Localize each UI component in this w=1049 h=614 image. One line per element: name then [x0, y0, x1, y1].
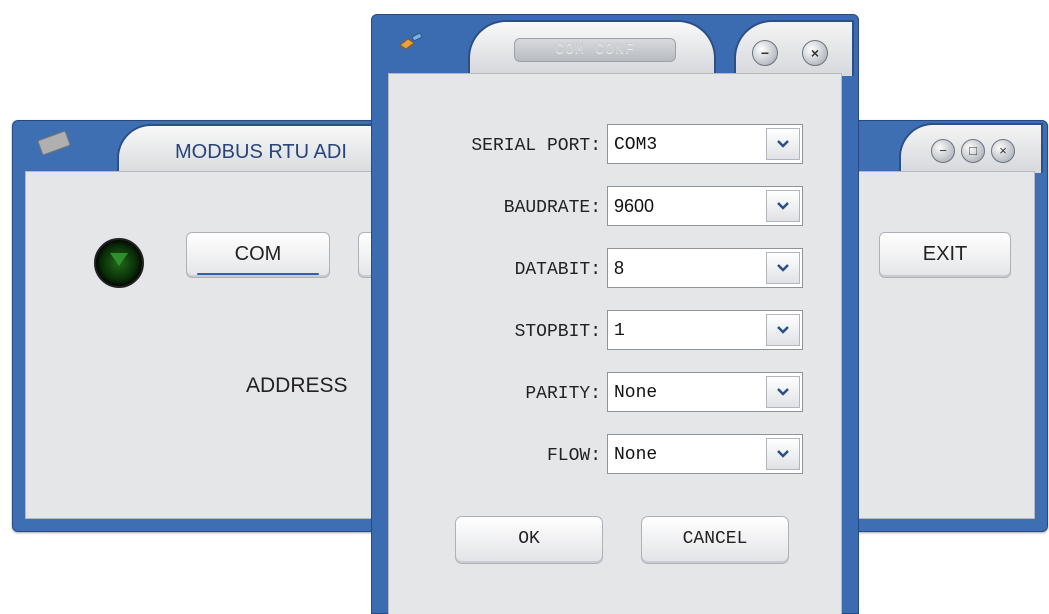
chevron-down-icon[interactable] — [766, 128, 800, 160]
ok-button[interactable]: OK — [455, 516, 603, 564]
close-icon[interactable]: × — [802, 40, 828, 66]
dialog-body: SERIAL PORT: COM3 BAUDRATE: 9600 DATABIT… — [388, 73, 842, 614]
minimize-icon[interactable]: − — [752, 40, 778, 66]
parity-select[interactable]: None — [607, 372, 803, 412]
com-button[interactable]: COM — [186, 232, 330, 278]
dialog-title: COM CONF — [514, 38, 676, 62]
baudrate-label: BAUDRATE: — [503, 198, 601, 218]
databit-row: DATABIT: 8 — [389, 248, 841, 292]
app-chip-icon — [37, 130, 71, 156]
cancel-button[interactable]: CANCEL — [641, 516, 789, 564]
maximize-icon[interactable]: □ — [961, 139, 985, 163]
serial-port-value: COM3 — [614, 135, 658, 155]
flow-select[interactable]: None — [607, 434, 803, 474]
exit-button[interactable]: EXIT — [879, 232, 1011, 278]
baudrate-row: BAUDRATE: 9600 — [389, 186, 841, 230]
minimize-icon[interactable]: − — [931, 139, 955, 163]
stopbit-row: STOPBIT: 1 — [389, 310, 841, 354]
chevron-down-icon[interactable] — [766, 438, 800, 470]
main-window-controls: − □ × — [899, 123, 1043, 173]
address-label: ADDRESS — [246, 374, 348, 397]
baudrate-select[interactable]: 9600 — [607, 186, 803, 226]
chevron-down-icon[interactable] — [766, 376, 800, 408]
parity-value: None — [614, 383, 658, 403]
main-window-title: MODBUS RTU ADI — [175, 141, 347, 163]
serial-port-label: SERIAL PORT: — [471, 136, 601, 156]
connection-status-led-icon — [94, 238, 144, 288]
port-plug-icon — [399, 32, 423, 50]
serial-port-select[interactable]: COM3 — [607, 124, 803, 164]
flow-label: FLOW: — [546, 446, 601, 466]
stopbit-value: 1 — [614, 321, 625, 341]
stopbit-label: STOPBIT: — [514, 322, 601, 342]
chevron-down-icon[interactable] — [766, 252, 800, 284]
databit-value: 8 — [614, 258, 625, 278]
dialog-controls: − × — [734, 20, 854, 76]
chevron-down-icon[interactable] — [766, 190, 800, 222]
serial-port-row: SERIAL PORT: COM3 — [389, 124, 841, 168]
databit-label: DATABIT: — [514, 260, 601, 280]
flow-value: None — [614, 445, 658, 465]
com-config-dialog: COM CONF − × SERIAL PORT: COM3 BAUDRATE:… — [371, 14, 859, 614]
chevron-down-icon[interactable] — [766, 314, 800, 346]
parity-label: PARITY: — [525, 384, 601, 404]
baudrate-value: 9600 — [614, 196, 655, 216]
parity-row: PARITY: None — [389, 372, 841, 416]
flow-row: FLOW: None — [389, 434, 841, 478]
databit-select[interactable]: 8 — [607, 248, 803, 288]
stopbit-select[interactable]: 1 — [607, 310, 803, 350]
close-icon[interactable]: × — [991, 139, 1015, 163]
